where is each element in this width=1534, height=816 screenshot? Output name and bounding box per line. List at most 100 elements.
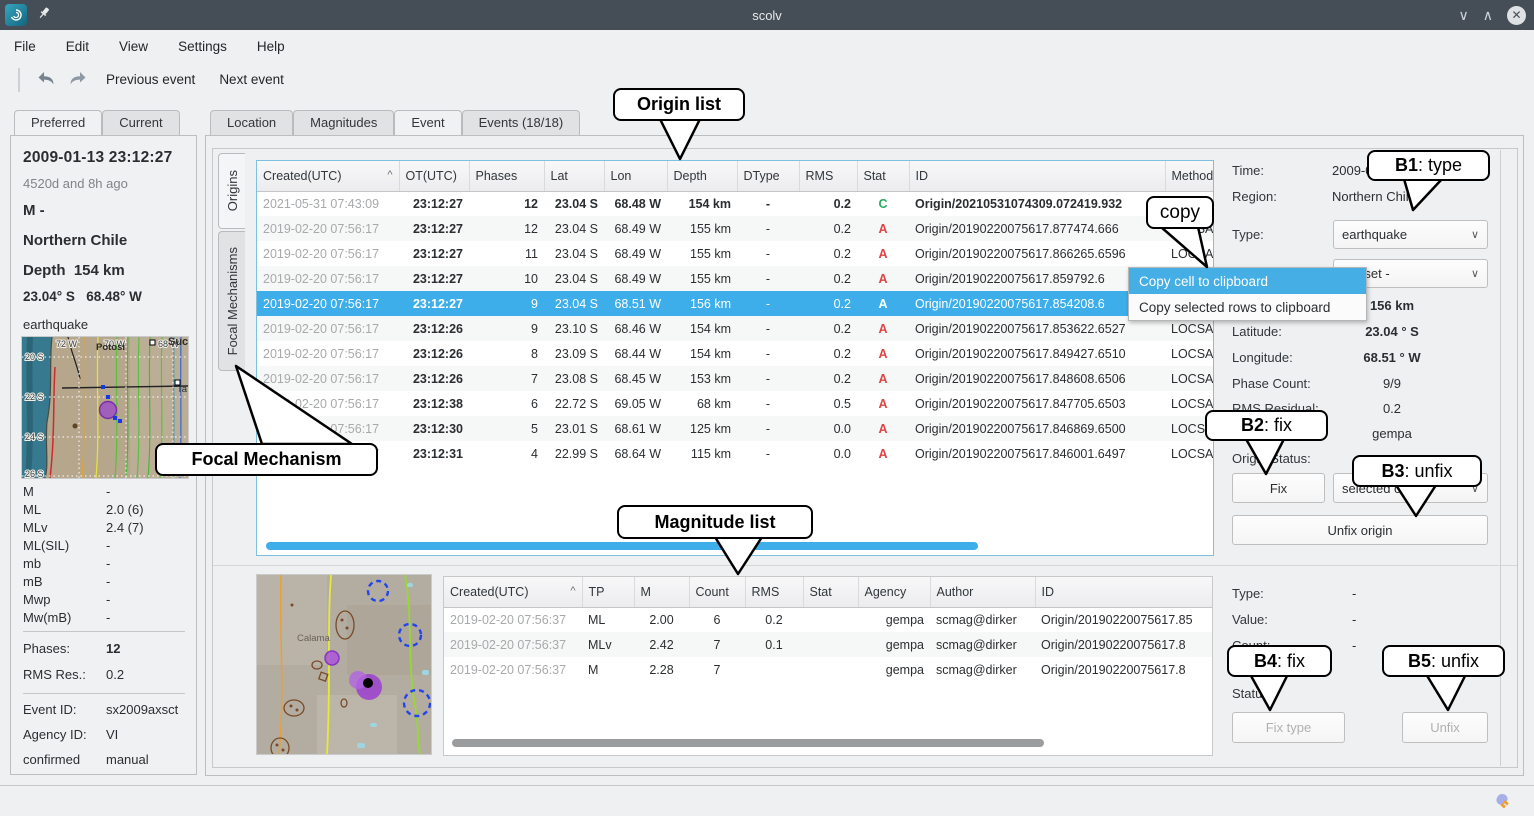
context-menu-item[interactable]: Copy cell to clipboard (1129, 268, 1366, 294)
origin-cell-ot[interactable]: 23:12:31 (399, 441, 469, 466)
origin-cell-stat[interactable]: A (857, 391, 909, 416)
origin-cell-phases[interactable]: 10 (469, 266, 544, 291)
origin-cell-phases[interactable]: 11 (469, 241, 544, 266)
origin-cell-depth[interactable]: 155 km (667, 216, 737, 241)
origin-cell-rms[interactable]: 0.0 (799, 441, 857, 466)
origin-col-createdutc[interactable]: Created(UTC)^ (257, 161, 399, 191)
magnitude-table-hscrollbar[interactable] (452, 739, 1044, 747)
magnitude-col-stat[interactable]: Stat (803, 577, 858, 607)
origin-cell-dtype[interactable]: - (737, 316, 799, 341)
origin-cell-lon[interactable]: 68.44 W (604, 341, 667, 366)
origin-cell-ot[interactable]: 23:12:26 (399, 341, 469, 366)
origin-cell-ot[interactable]: 23:12:27 (399, 266, 469, 291)
origin-cell-created[interactable]: 2019-02-20 07:56:17 (257, 341, 399, 366)
origin-cell-ot[interactable]: 23:12:26 (399, 366, 469, 391)
origin-cell-lat[interactable]: 23.04 S (544, 216, 604, 241)
origin-cell-lat[interactable]: 23.09 S (544, 341, 604, 366)
origin-col-dtype[interactable]: DType (737, 161, 799, 191)
origin-col-id[interactable]: ID (909, 161, 1165, 191)
origin-col-stat[interactable]: Stat (857, 161, 909, 191)
tab-focal-mechanisms[interactable]: Focal Mechanisms (218, 231, 245, 371)
context-menu-item[interactable]: Copy selected rows to clipboard (1129, 294, 1366, 320)
magnitude-table-row[interactable]: 2019-02-20 07:56:37ML2.0060.2gempascmag@… (444, 607, 1213, 632)
origin-cell-created[interactable]: 2021-05-31 07:43:09 (257, 191, 399, 216)
origin-cell-lat[interactable]: 22.72 S (544, 391, 604, 416)
origin-cell-lat[interactable]: 23.04 S (544, 291, 604, 316)
menu-settings[interactable]: Settings (178, 39, 227, 54)
origin-cell-stat[interactable]: A (857, 316, 909, 341)
origin-cell-id[interactable]: Origin/20190220075617.849427.6510 (909, 341, 1165, 366)
magnitude-cell-count[interactable]: 7 (689, 632, 745, 657)
toolbar-handle[interactable] (18, 68, 20, 92)
origin-table-row[interactable]: 2019-02-20 07:56:1723:12:27923.04 S68.51… (257, 291, 1214, 316)
origin-cell-dtype[interactable]: - (737, 416, 799, 441)
origin-cell-phases[interactable]: 12 (469, 191, 544, 216)
event-type-combobox[interactable]: earthquake∨ (1333, 220, 1488, 249)
origin-cell-lon[interactable]: 68.51 W (604, 291, 667, 316)
origin-cell-depth[interactable]: 154 km (667, 316, 737, 341)
origin-cell-stat[interactable]: A (857, 241, 909, 266)
origin-cell-ot[interactable]: 23:12:27 (399, 291, 469, 316)
main-tab-magnitudes[interactable]: Magnitudes (293, 110, 394, 135)
magnitude-col-id[interactable]: ID (1035, 577, 1213, 607)
magnitude-cell-agency[interactable]: gempa (858, 607, 930, 632)
origin-cell-ot[interactable]: 23:12:27 (399, 216, 469, 241)
origin-col-lat[interactable]: Lat (544, 161, 604, 191)
magnitude-cell-rms[interactable]: 0.1 (745, 632, 803, 657)
origin-cell-lon[interactable]: 68.49 W (604, 266, 667, 291)
origin-cell-stat[interactable]: A (857, 441, 909, 466)
origin-col-phases[interactable]: Phases (469, 161, 544, 191)
origin-cell-method[interactable]: LOCSA (1165, 441, 1214, 466)
origin-cell-phases[interactable]: 4 (469, 441, 544, 466)
origin-table-row[interactable]: 2019-02-20 07:56:1723:12:38622.72 S69.05… (257, 391, 1214, 416)
magnitude-col-tp[interactable]: TP (582, 577, 634, 607)
origin-cell-ot[interactable]: 23:12:27 (399, 191, 469, 216)
magnitude-col-agency[interactable]: Agency (858, 577, 930, 607)
origin-cell-dtype[interactable]: - (737, 266, 799, 291)
origin-cell-depth[interactable]: 154 km (667, 341, 737, 366)
unfix-origin-button[interactable]: Unfix origin (1232, 515, 1488, 545)
origin-cell-rms[interactable]: 0.0 (799, 416, 857, 441)
origin-cell-created[interactable]: 2019-02-20 07:56:17 (257, 366, 399, 391)
origin-col-lon[interactable]: Lon (604, 161, 667, 191)
origin-cell-dtype[interactable]: - (737, 366, 799, 391)
origin-cell-created[interactable]: 2019-02-20 07:56:17 (257, 316, 399, 341)
origin-table-row[interactable]: 2019-02-20 07:56:1723:12:26923.10 S68.46… (257, 316, 1214, 341)
origin-cell-phases[interactable]: 8 (469, 341, 544, 366)
origin-table-row[interactable]: 2019-02-20 07:56:1723:12:271023.04 S68.4… (257, 266, 1214, 291)
origin-cell-id[interactable]: Origin/20210531074309.072419.932 (909, 191, 1165, 216)
origin-cell-dtype[interactable]: - (737, 191, 799, 216)
origin-cell-id[interactable]: Origin/20190220075617.859792.6 (909, 266, 1165, 291)
origin-cell-rms[interactable]: 0.2 (799, 266, 857, 291)
magnitude-cell-m[interactable]: 2.42 (634, 632, 689, 657)
origin-table-header[interactable]: Created(UTC)^OT(UTC)PhasesLatLonDepthDTy… (257, 161, 1214, 191)
origin-cell-stat[interactable]: C (857, 191, 909, 216)
origin-cell-id[interactable]: Origin/20190220075617.853622.6527 (909, 316, 1165, 341)
origin-cell-stat[interactable]: A (857, 291, 909, 316)
origin-cell-lat[interactable]: 23.04 S (544, 191, 604, 216)
origin-cell-lon[interactable]: 68.46 W (604, 316, 667, 341)
origin-cell-depth[interactable]: 155 km (667, 266, 737, 291)
magnitude-col-count[interactable]: Count (689, 577, 745, 607)
horizontal-splitter[interactable] (213, 565, 1517, 566)
sidebar-tab-current[interactable]: Current (102, 110, 179, 135)
origin-table-row[interactable]: 2019-02-20 07:56:1723:12:30523.01 S68.61… (257, 416, 1214, 441)
minimize-icon[interactable]: ∨ (1459, 8, 1469, 22)
origin-cell-depth[interactable]: 115 km (667, 441, 737, 466)
magnitude-cell-author[interactable]: scmag@dirker (930, 632, 1035, 657)
sidebar-tab-preferred[interactable]: Preferred (14, 110, 102, 135)
origin-cell-phases[interactable]: 9 (469, 291, 544, 316)
magnitude-cell-m[interactable]: 2.28 (634, 657, 689, 682)
main-tab-location[interactable]: Location (210, 110, 293, 135)
magnitude-cell-created[interactable]: 2019-02-20 07:56:37 (444, 632, 582, 657)
magnitude-cell-author[interactable]: scmag@dirker (930, 607, 1035, 632)
origin-table-row[interactable]: 2021-05-31 07:43:0923:12:271223.04 S68.4… (257, 191, 1214, 216)
magnitude-cell-tp[interactable]: M (582, 657, 634, 682)
menu-view[interactable]: View (119, 39, 148, 54)
origin-cell-dtype[interactable]: - (737, 241, 799, 266)
origin-cell-dtype[interactable]: - (737, 341, 799, 366)
origin-table-row[interactable]: 2019-02-20 07:56:1723:12:271223.04 S68.4… (257, 216, 1214, 241)
origin-cell-id[interactable]: Origin/20190220075617.847705.6503 (909, 391, 1165, 416)
origin-cell-id[interactable]: Origin/20190220075617.854208.6 (909, 291, 1165, 316)
origin-table-row[interactable]: 2019-02-20 07:56:1723:12:26823.09 S68.44… (257, 341, 1214, 366)
